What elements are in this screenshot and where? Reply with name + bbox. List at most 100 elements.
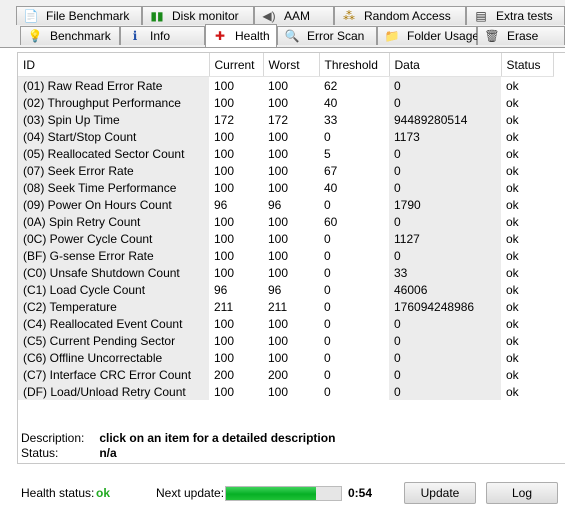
tab-extra-tests[interactable]: ▤ Extra tests — [466, 6, 565, 25]
tab-label: Benchmark — [50, 29, 111, 43]
table-row[interactable]: (08) Seek Time Performance 100 100 40 0 ok — [18, 179, 553, 196]
cell-data: 0 — [389, 179, 501, 196]
cell-data: 0 — [389, 366, 501, 383]
table-row[interactable]: (0C) Power Cycle Count 100 100 0 1127 ok — [18, 230, 553, 247]
tab-info[interactable]: i Info — [120, 26, 205, 45]
cell-id: (C0) Unsafe Shutdown Count — [18, 264, 209, 281]
table-row[interactable]: (07) Seek Error Rate 100 100 67 0 ok — [18, 162, 553, 179]
tab-error-scan[interactable]: 🔍 Error Scan — [277, 26, 377, 45]
table-row[interactable]: (02) Throughput Performance 100 100 40 0 ok — [18, 94, 553, 111]
cell-worst: 96 — [268, 282, 282, 297]
column-header[interactable]: Worst — [263, 53, 320, 77]
table-row[interactable]: (BF) G-sense Error Rate 100 100 0 0 ok — [18, 247, 553, 264]
cell-id: (08) Seek Time Performance — [18, 179, 209, 196]
cell-threshold: 67 — [324, 163, 338, 178]
cell-status: ok — [506, 384, 519, 399]
cell-status: ok — [506, 265, 519, 280]
tab-erase[interactable]: 🗑 Erase — [477, 26, 565, 45]
cell-worst: 100 — [268, 248, 289, 263]
tab-benchmark[interactable]: 💡 Benchmark — [20, 26, 120, 45]
cell-worst: 100 — [268, 231, 289, 246]
column-header[interactable]: Data — [389, 53, 502, 77]
cell-threshold: 60 — [324, 214, 338, 229]
column-header[interactable]: Status — [501, 53, 554, 77]
table-row[interactable]: (C1) Load Cycle Count 96 96 0 46006 ok — [18, 281, 553, 298]
table-row[interactable]: (C2) Temperature 211 211 0 176094248986 ok — [18, 298, 553, 315]
lightbulb-icon: 💡 — [27, 29, 43, 43]
table-row[interactable]: (01) Raw Read Error Rate 100 100 62 0 ok — [18, 76, 553, 94]
random-access-icon: ⁂ — [343, 9, 355, 23]
table-row[interactable]: (09) Power On Hours Count 96 96 0 1790 ok — [18, 196, 553, 213]
cell-current: 100 — [214, 316, 235, 331]
cell-data: 0 — [389, 332, 501, 349]
smart-attributes-table[interactable]: ID Current Worst Threshold Data Status (01) R… — [17, 52, 565, 464]
cell-current: 100 — [214, 95, 235, 110]
cell-data: 1790 — [389, 196, 501, 213]
cell-status: ok — [506, 282, 519, 297]
disk-monitor-icon: ▮▮ — [150, 9, 164, 23]
tab-file-benchmark[interactable]: 📄 File Benchmark — [16, 6, 142, 25]
cell-data: 0 — [389, 145, 501, 162]
cell-worst: 100 — [268, 316, 289, 331]
tab-label: Error Scan — [307, 29, 365, 43]
tab-label: Erase — [507, 29, 539, 43]
column-header[interactable]: ID — [18, 53, 210, 77]
cell-threshold: 0 — [324, 367, 331, 382]
table-row[interactable]: (C4) Reallocated Event Count 100 100 0 0 ok — [18, 315, 553, 332]
tab-disk-monitor[interactable]: ▮▮ Disk monitor — [142, 6, 254, 25]
log-button[interactable]: Log — [486, 482, 558, 504]
health-panel: ID Current Worst Threshold Data Status (01) R… — [0, 47, 565, 515]
cell-id: (04) Start/Stop Count — [18, 128, 209, 145]
cell-current: 100 — [214, 231, 235, 246]
cell-threshold: 0 — [324, 231, 331, 246]
table-row[interactable]: (0A) Spin Retry Count 100 100 60 0 ok — [18, 213, 553, 230]
cell-current: 100 — [214, 180, 235, 195]
tab-random-access[interactable]: ⁂ Random Access — [334, 6, 466, 25]
table-row[interactable]: (03) Spin Up Time 172 172 33 94489280514 ok — [18, 111, 553, 128]
cell-worst: 100 — [268, 78, 289, 93]
table-row[interactable]: (04) Start/Stop Count 100 100 0 1173 ok — [18, 128, 553, 145]
cell-threshold: 0 — [324, 129, 331, 144]
cell-status: ok — [506, 299, 519, 314]
cell-status: ok — [506, 316, 519, 331]
tab-label: AAM — [284, 9, 311, 23]
tab-aam[interactable]: ◀) AAM — [254, 6, 334, 25]
cell-id: (02) Throughput Performance — [18, 94, 209, 111]
description-line: Description: click on an item for a deta… — [21, 431, 335, 445]
column-header[interactable]: Current — [209, 53, 264, 77]
cell-id: (C5) Current Pending Sector — [18, 332, 209, 349]
column-header[interactable]: Threshold — [319, 53, 390, 77]
file-benchmark-icon: 📄 — [23, 9, 39, 23]
tab-label: Folder Usage — [407, 29, 480, 43]
table-row[interactable]: (DF) Load/Unload Retry Count 100 100 0 0 ok — [18, 383, 553, 400]
cell-data: 0 — [389, 213, 501, 230]
table-row[interactable]: (C0) Unsafe Shutdown Count 100 100 0 33 ok — [18, 264, 553, 281]
update-progress-bar — [225, 486, 342, 501]
cell-status: ok — [506, 248, 519, 263]
status-label: Status: — [21, 446, 59, 460]
table-row[interactable]: (C7) Interface CRC Error Count 200 200 0 0 ok — [18, 366, 553, 383]
table-row[interactable]: (C6) Offline Uncorrectable 100 100 0 0 ok — [18, 349, 553, 366]
cell-threshold: 0 — [324, 299, 331, 314]
cell-worst: 211 — [268, 299, 288, 314]
cell-worst: 172 — [268, 112, 289, 127]
cell-status: ok — [506, 146, 519, 161]
table-row[interactable]: (05) Reallocated Sector Count 100 100 5 0 ok — [18, 145, 553, 162]
info-icon: i — [132, 29, 138, 43]
trash-icon: 🗑 — [484, 29, 500, 43]
cell-threshold: 33 — [324, 112, 338, 127]
tab-folder-usage[interactable]: 📁 Folder Usage — [377, 26, 480, 45]
cell-data: 1127 — [389, 230, 501, 247]
cell-threshold: 0 — [324, 265, 331, 280]
cell-data: 0 — [389, 162, 501, 179]
cell-threshold: 40 — [324, 180, 338, 195]
cell-id: (C6) Offline Uncorrectable — [18, 349, 209, 366]
table-row[interactable]: (C5) Current Pending Sector 100 100 0 0 ok — [18, 332, 553, 349]
tab-health[interactable]: ✚ Health — [205, 24, 277, 47]
cell-data: 0 — [389, 94, 501, 111]
cell-worst: 100 — [268, 129, 289, 144]
cell-current: 172 — [214, 112, 235, 127]
cell-threshold: 0 — [324, 316, 331, 331]
cell-id: (01) Raw Read Error Rate — [18, 76, 209, 94]
update-button[interactable]: Update — [404, 482, 476, 504]
